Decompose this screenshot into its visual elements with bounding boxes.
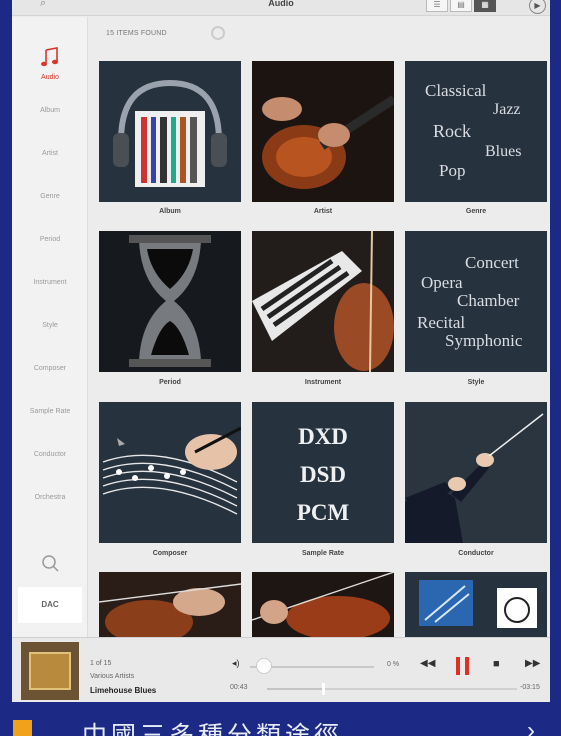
tile-label[interactable] [405,572,547,637]
top-bar: ⌕ Audio ☰ ▤ ▦ ▶ [12,0,550,16]
style-word-symphonic: Symphonic [445,331,523,350]
genre-word-pop: Pop [439,161,466,180]
album-art[interactable] [21,642,79,700]
tile-period[interactable] [99,231,241,372]
tile-orchestra[interactable] [99,572,241,637]
tile-sample-rate[interactable]: DXD DSD PCM [252,402,394,543]
sidebar-item-audio[interactable]: Audio [12,74,88,81]
tile-conductor[interactable] [405,402,547,543]
caption-banner: 中國三多種分類途徑 › [0,706,561,736]
style-word-chamber: Chamber [457,291,520,310]
items-count: 15 ITEMS FOUND [106,30,167,37]
sidebar-item-conductor[interactable]: Conductor [12,451,88,458]
sidebar-item-period[interactable]: Period [12,236,88,243]
tile-composer[interactable] [99,402,241,543]
chevron-right-icon[interactable]: › [527,717,535,736]
genre-word-classical: Classical [425,81,487,100]
list-view-button[interactable]: ☰ [426,0,448,12]
tile-style[interactable]: Concert Opera Chamber Recital Symphonic [405,231,547,372]
tile-instrument[interactable] [252,231,394,372]
sidebar-item-orchestra[interactable]: Orchestra [12,494,88,501]
genre-word-blues: Blues [485,143,522,160]
search-icon[interactable] [39,552,61,574]
detail-view-button[interactable]: ▤ [450,0,472,12]
volume-knob[interactable] [256,658,272,674]
hourglass-image [99,231,241,372]
stop-icon[interactable]: ■ [493,658,500,670]
app-screen: ⌕ Audio ☰ ▤ ▦ ▶ Audio Album Artist Genre… [12,0,550,702]
sidebar-item-sample-rate[interactable]: Sample Rate [12,408,88,415]
track-title: Limehouse Blues [90,686,157,695]
composer-writing-image [102,426,241,515]
dac-button[interactable]: DAC [18,587,82,623]
previous-icon[interactable]: ◀◀ [420,658,435,669]
grid-view-button[interactable]: ▦ [474,0,496,12]
format-dsd: DSD [299,462,346,487]
progress-bar[interactable] [267,683,517,695]
tile-label-composer: Composer [152,550,188,557]
tile-label-instrument: Instrument [304,379,342,386]
headphones-albums-image [113,79,227,187]
sidebar-item-artist[interactable]: Artist [12,150,88,157]
record-label-image [405,572,547,637]
genre-word-jazz: Jazz [493,101,521,118]
tile-genre[interactable]: Classical Jazz Rock Blues Pop [405,61,547,202]
volume-label: 0 % [387,661,400,668]
device-frame: ⌕ Audio ☰ ▤ ▦ ▶ Audio Album Artist Genre… [0,0,561,736]
sidebar-item-style[interactable]: Style [12,322,88,329]
sidebar-item-album[interactable]: Album [12,107,88,114]
track-position: 1 of 15 [90,660,112,667]
violinists-image [99,572,241,637]
style-word-concert: Concert [465,253,519,272]
pause-button[interactable] [456,657,470,675]
progress-fill [267,688,322,690]
tile-label-genre: Genre [465,208,487,215]
remaining-time: -03:15 [520,684,540,691]
style-word-recital: Recital [417,313,466,332]
sidebar-item-composer[interactable]: Composer [12,365,88,372]
tile-artist[interactable] [252,61,394,202]
next-icon[interactable]: ▶▶ [525,658,540,669]
sidebar-item-instrument[interactable]: Instrument [12,279,88,286]
tile-violin[interactable] [252,572,394,637]
sidebar: Audio Album Artist Genre Period Instrume… [12,17,88,637]
violin-bow-image [252,572,394,637]
tile-label-period: Period [159,379,181,386]
orange-square-icon [13,720,32,736]
tile-label-conductor: Conductor [458,550,494,557]
genre-word-rock: Rock [433,121,471,141]
volume-icon: ◂) [232,658,240,668]
progress-knob[interactable] [322,683,325,695]
play-icon[interactable]: ▶ [529,0,546,14]
tile-album[interactable] [99,61,241,202]
player-bar: 1 of 15 Various Artists Limehouse Blues … [12,637,550,702]
piano-violin-image [252,231,394,372]
format-dxd: DXD [298,424,348,449]
tile-label-artist: Artist [313,208,333,215]
refresh-icon[interactable] [211,26,225,40]
elapsed-time: 00:43 [230,684,248,691]
sidebar-item-genre[interactable]: Genre [12,193,88,200]
guitar-image [252,61,394,202]
tile-label-sample-rate: Sample Rate [301,550,345,557]
music-note-icon [41,47,58,67]
tile-label-album: Album [159,208,181,215]
format-pcm: PCM [296,500,350,525]
tile-label-style: Style [467,379,485,386]
style-word-opera: Opera [421,273,463,292]
track-artist: Various Artists [90,673,135,680]
caption-text: 中國三多種分類途徑 [82,721,344,736]
conductor-image [405,402,547,543]
